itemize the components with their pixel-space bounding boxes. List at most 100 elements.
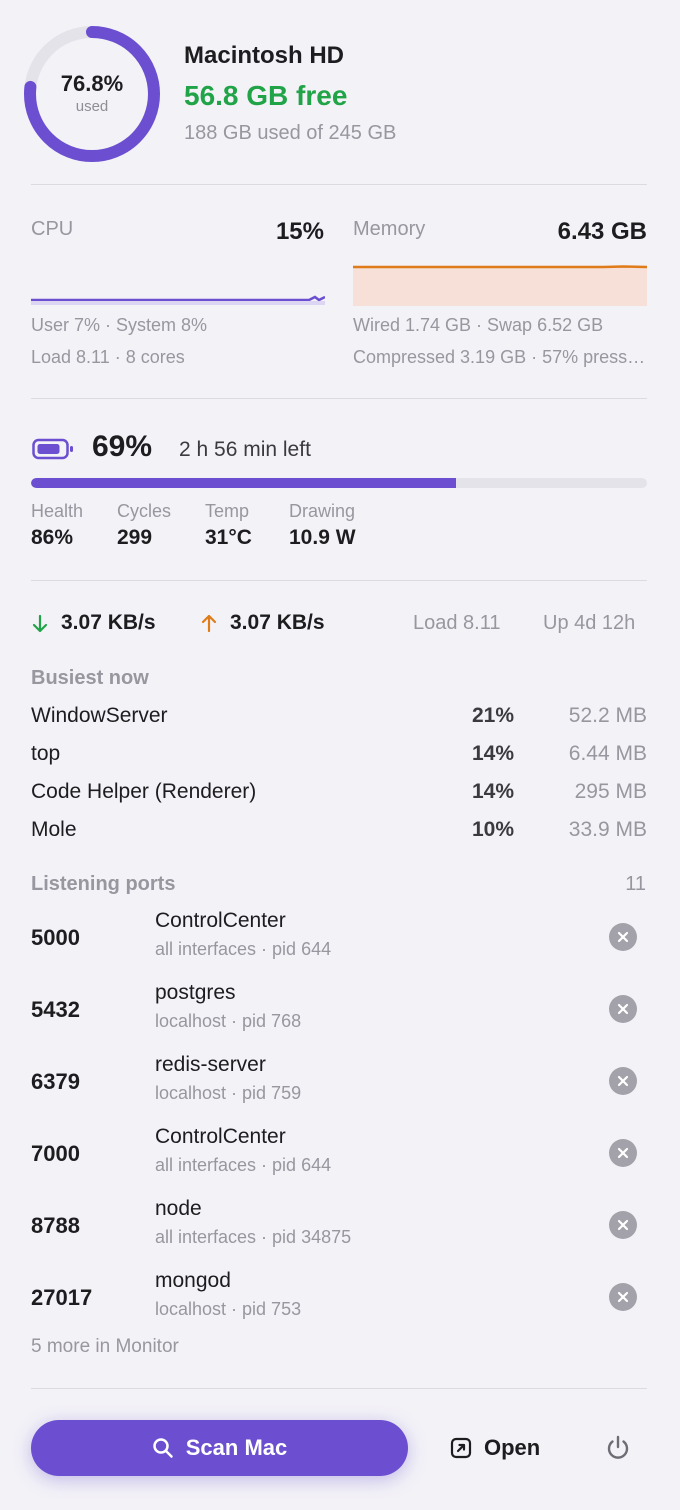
disk-usage-summary: 188 GB used of 245 GB <box>184 122 397 144</box>
process-name: top <box>31 742 61 765</box>
battery-icon <box>32 438 73 460</box>
port-process-name: node <box>155 1197 202 1220</box>
port-number: 5432 <box>31 997 80 1022</box>
busiest-processes-heading: Busiest now <box>31 667 149 689</box>
divider <box>31 580 647 581</box>
port-detail: all interfaces · pid 644 <box>155 939 332 959</box>
battery-stat-health: Health 86% <box>31 501 83 550</box>
process-name: Code Helper (Renderer) <box>31 780 257 803</box>
battery-percent: 69% <box>92 430 153 463</box>
process-row[interactable]: WindowServer 21% 52.2 MB <box>31 704 647 734</box>
port-number: 8788 <box>31 1213 80 1238</box>
port-detail: all interfaces · pid 34875 <box>155 1227 352 1247</box>
battery-stat-label: Health <box>31 501 84 521</box>
open-app-label: Open <box>484 1435 541 1460</box>
memory-sparkline <box>353 265 647 306</box>
scan-mac-button[interactable]: Scan Mac <box>31 1420 408 1476</box>
battery-time-left: 2 h 56 min left <box>179 438 311 461</box>
process-memory: 52.2 MB <box>568 704 647 727</box>
kill-process-button[interactable] <box>609 995 637 1023</box>
close-icon <box>617 1075 629 1087</box>
kill-process-button[interactable] <box>609 1283 637 1311</box>
close-icon <box>617 1147 629 1159</box>
process-memory: 6.44 MB <box>568 742 647 765</box>
process-cpu: 14% <box>471 742 514 765</box>
kill-process-button[interactable] <box>609 1067 637 1095</box>
process-name: Mole <box>31 818 77 841</box>
disk-percent-label: 76.8% <box>60 71 124 96</box>
port-detail: localhost · pid 759 <box>155 1083 302 1103</box>
disk-usage-ring: 76.8% used <box>22 24 162 164</box>
battery-stat-value: 10.9 W <box>289 526 356 549</box>
listening-ports-heading: Listening ports <box>31 873 176 895</box>
disk-name: Macintosh HD <box>184 42 345 69</box>
cpu-value: 15% <box>275 218 324 245</box>
battery-stat-temp: Temp 31°C <box>205 501 252 550</box>
divider <box>31 1388 647 1389</box>
scan-mac-label: Scan Mac <box>185 1435 288 1460</box>
divider <box>31 184 647 185</box>
port-number: 7000 <box>31 1141 80 1166</box>
process-cpu: 21% <box>471 704 514 727</box>
memory-detail-line1: Wired 1.74 GB · Swap 6.52 GB <box>353 315 604 335</box>
port-row: 7000 ControlCenter all interfaces · pid … <box>31 1125 647 1187</box>
process-row[interactable]: Code Helper (Renderer) 14% 295 MB <box>31 780 647 810</box>
port-detail: localhost · pid 768 <box>155 1011 302 1031</box>
port-process-name: redis-server <box>155 1053 266 1076</box>
system-load: Load 8.11 <box>413 612 501 634</box>
process-memory: 33.9 MB <box>568 818 647 841</box>
battery-stat-value: 299 <box>117 526 153 549</box>
kill-process-button[interactable] <box>609 1211 637 1239</box>
port-row: 6379 redis-server localhost · pid 759 <box>31 1053 647 1115</box>
port-number: 27017 <box>31 1285 93 1310</box>
memory-value: 6.43 GB <box>557 218 647 245</box>
disk-used-sublabel: used <box>75 98 109 115</box>
port-process-name: postgres <box>155 981 236 1004</box>
kill-process-button[interactable] <box>609 923 637 951</box>
open-external-icon <box>450 1437 472 1459</box>
port-detail: all interfaces · pid 644 <box>155 1155 332 1175</box>
battery-stat-label: Cycles <box>117 501 172 521</box>
cpu-label: CPU <box>31 218 74 240</box>
cpu-section: CPU 15% <box>31 218 324 245</box>
close-icon <box>617 1291 629 1303</box>
port-row: 8788 node all interfaces · pid 34875 <box>31 1197 647 1259</box>
network-upload-rate: 3.07 KB/s <box>230 611 325 634</box>
power-icon[interactable] <box>602 1432 634 1464</box>
battery-stat-cycles: Cycles 299 <box>117 501 171 550</box>
divider <box>31 398 647 399</box>
listening-ports-count: 11 <box>625 873 646 895</box>
battery-level-bar <box>31 478 647 488</box>
kill-process-button[interactable] <box>609 1139 637 1167</box>
process-name: WindowServer <box>31 704 168 727</box>
memory-detail-line2: Compressed 3.19 GB · 57% pressure <box>353 347 647 367</box>
battery-stat-label: Temp <box>205 501 250 521</box>
close-icon <box>617 931 629 943</box>
system-uptime: Up 4d 12h <box>543 612 636 634</box>
download-arrow-icon <box>32 614 48 633</box>
process-row[interactable]: top 14% 6.44 MB <box>31 742 647 772</box>
port-row: 27017 mongod localhost · pid 753 <box>31 1269 647 1331</box>
process-memory: 295 MB <box>574 780 647 803</box>
port-number: 6379 <box>31 1069 80 1094</box>
port-row: 5000 ControlCenter all interfaces · pid … <box>31 909 647 971</box>
network-download-rate: 3.07 KB/s <box>61 611 156 634</box>
close-icon <box>617 1219 629 1231</box>
port-detail: localhost · pid 753 <box>155 1299 302 1319</box>
battery-stat-drawing: Drawing 10.9 W <box>289 501 356 550</box>
port-process-name: ControlCenter <box>155 909 286 932</box>
port-row: 5432 postgres localhost · pid 768 <box>31 981 647 1043</box>
battery-level-fill <box>31 478 457 488</box>
process-row[interactable]: Mole 10% 33.9 MB <box>31 818 647 848</box>
process-cpu: 10% <box>471 818 514 841</box>
battery-stat-label: Drawing <box>289 501 356 521</box>
close-icon <box>617 1003 629 1015</box>
disk-free-space: 56.8 GB free <box>184 80 348 111</box>
battery-stat-value: 31°C <box>205 526 252 549</box>
open-app-button[interactable]: Open <box>450 1430 540 1466</box>
process-cpu: 14% <box>471 780 514 803</box>
memory-label: Memory <box>353 218 426 240</box>
cpu-detail-line2: Load 8.11 · 8 cores <box>31 347 185 367</box>
more-in-monitor-link[interactable]: 5 more in Monitor <box>31 1336 179 1358</box>
port-process-name: mongod <box>155 1269 231 1292</box>
